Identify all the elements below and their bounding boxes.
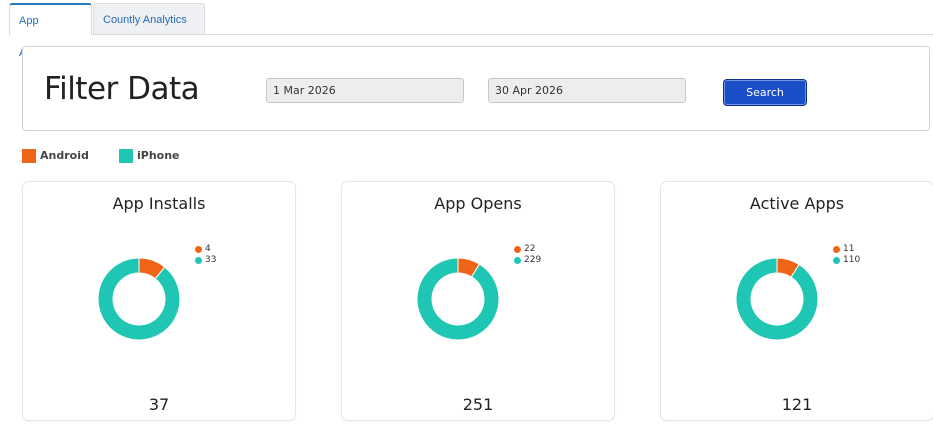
iphone-dot-icon xyxy=(833,257,840,264)
android-swatch xyxy=(22,149,36,163)
donut-svg xyxy=(416,257,500,341)
iphone-dot-icon xyxy=(195,257,202,264)
start-date-input[interactable] xyxy=(266,78,464,103)
donut-chart xyxy=(416,257,500,341)
end-date-input[interactable] xyxy=(488,78,686,103)
mini-legend-android: 4 xyxy=(195,244,216,255)
mini-legend-android: 11 xyxy=(833,244,860,255)
card-active-apps: Active Apps 11 110 121 xyxy=(660,181,933,421)
donut-chart xyxy=(97,257,181,341)
donut-slice-iphone[interactable] xyxy=(416,257,500,341)
search-button[interactable]: Search xyxy=(723,79,807,106)
iphone-count: 110 xyxy=(843,255,861,265)
card-total: 121 xyxy=(781,395,813,414)
iphone-dot-icon xyxy=(514,257,521,264)
donut-svg xyxy=(735,257,819,341)
android-dot-icon xyxy=(514,246,521,253)
mini-legend-iphone: 229 xyxy=(514,255,541,266)
mini-legend: 11 110 xyxy=(833,244,860,266)
mini-legend: 4 33 xyxy=(195,244,216,266)
filter-panel: Filter Data Search xyxy=(22,46,930,131)
donut-chart xyxy=(735,257,819,341)
filter-title: Filter Data xyxy=(44,71,200,107)
card-title: App Opens xyxy=(434,194,522,213)
card-app-opens: App Opens 22 229 251 xyxy=(341,181,615,421)
tab-countly-analytics[interactable]: Countly Analytics xyxy=(93,3,205,35)
tab-app-analytics[interactable]: App Analytics xyxy=(9,3,92,59)
card-app-installs: App Installs 4 33 37 xyxy=(22,181,296,421)
android-count: 4 xyxy=(205,244,211,254)
card-title: Active Apps xyxy=(749,194,845,213)
android-dot-icon xyxy=(833,246,840,253)
iphone-count: 229 xyxy=(524,255,542,265)
tab-bar: App Analytics Countly Analytics xyxy=(9,0,933,59)
donut-slice-iphone[interactable] xyxy=(735,257,819,341)
iphone-swatch xyxy=(119,149,133,163)
card-title: App Installs xyxy=(112,194,206,213)
card-total: 251 xyxy=(462,395,494,414)
legend-label-iphone: iPhone xyxy=(137,149,180,162)
iphone-count: 33 xyxy=(205,255,217,265)
donut-slice-iphone[interactable] xyxy=(97,257,181,341)
mini-legend-android: 22 xyxy=(514,244,541,255)
donut-svg xyxy=(97,257,181,341)
card-total: 37 xyxy=(148,395,170,414)
android-count: 11 xyxy=(843,244,855,254)
android-count: 22 xyxy=(524,244,536,254)
mini-legend: 22 229 xyxy=(514,244,541,266)
mini-legend-iphone: 110 xyxy=(833,255,860,266)
android-dot-icon xyxy=(195,246,202,253)
mini-legend-iphone: 33 xyxy=(195,255,216,266)
legend-label-android: Android xyxy=(40,149,89,162)
